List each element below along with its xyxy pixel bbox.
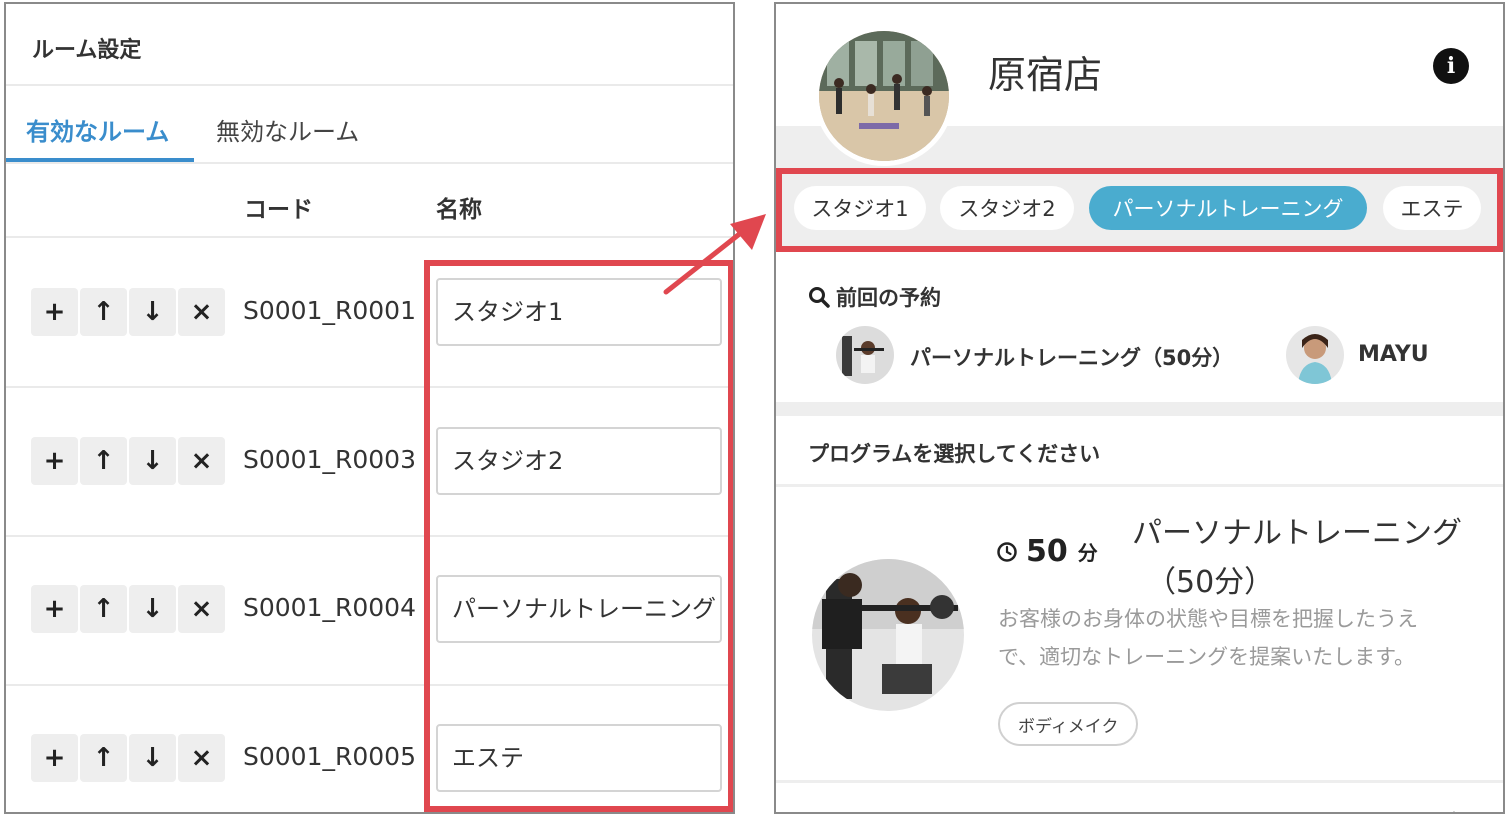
room-name-input[interactable]: パーソナルトレーニング — [436, 575, 722, 643]
next-program-title[interactable]: パーソナルトレーニング — [1128, 802, 1458, 812]
previous-reservation-section — [776, 252, 1503, 404]
duration-unit: 分 — [1077, 541, 1098, 565]
table-row: + ↑ ↓ × S0001_R0001 スタジオ1 — [6, 238, 733, 386]
move-down-button[interactable]: ↓ — [129, 585, 176, 633]
program-image — [812, 559, 964, 711]
divider — [6, 84, 733, 86]
program-title-duration[interactable]: （50分） — [1146, 557, 1274, 601]
program-title[interactable]: パーソナルトレーニング — [1132, 508, 1462, 552]
room-pill-studio2[interactable]: スタジオ2 — [940, 186, 1074, 230]
add-button[interactable]: + — [31, 734, 78, 782]
move-up-button[interactable]: ↑ — [80, 734, 127, 782]
store-name: 原宿店 — [988, 53, 1103, 97]
delete-button[interactable]: × — [178, 585, 225, 633]
page-title: ルーム設定 — [32, 38, 142, 63]
room-name-input[interactable]: スタジオ2 — [436, 427, 722, 495]
move-up-button[interactable]: ↑ — [80, 437, 127, 485]
previous-reservation-heading: 前回の予約 — [808, 282, 941, 312]
arrow-icon — [663, 214, 766, 295]
room-pill-esthe[interactable]: エステ — [1383, 186, 1481, 230]
row-actions: + ↑ ↓ × — [31, 734, 227, 782]
room-code: S0001_R0005 — [243, 742, 416, 771]
room-code: S0001_R0004 — [243, 593, 416, 622]
booking-preview-panel: 原宿店 i スタジオ1 スタジオ2 パーソナルトレーニング エステ 前回の予約 … — [774, 2, 1505, 814]
delete-button[interactable]: × — [178, 437, 225, 485]
program-description: お客様のお身体の状態や目標を把握したうえで、適切なトレーニングを提案いたします。 — [998, 607, 1418, 669]
room-code: S0001_R0003 — [243, 445, 416, 474]
row-actions: + ↑ ↓ × — [31, 288, 227, 336]
info-icon[interactable]: i — [1433, 48, 1469, 84]
add-button[interactable]: + — [31, 437, 78, 485]
divider — [6, 162, 733, 164]
delete-button[interactable]: × — [178, 288, 225, 336]
room-pill-studio1[interactable]: スタジオ1 — [794, 186, 926, 230]
row-actions: + ↑ ↓ × — [31, 437, 227, 485]
add-button[interactable]: + — [31, 288, 78, 336]
column-header-code: コード — [244, 197, 313, 223]
staff-name: MAYU — [1358, 342, 1429, 367]
room-pill-personal-training[interactable]: パーソナルトレーニング — [1089, 186, 1367, 230]
program-duration: 50 分 — [996, 534, 1098, 569]
select-program-heading: プログラムを選択してください — [808, 442, 1101, 466]
previous-program-name: パーソナルトレーニング（50分） — [910, 346, 1234, 370]
duration-value: 50 — [1026, 534, 1068, 569]
previous-reservation-label: 前回の予約 — [836, 286, 941, 310]
column-header-name: 名称 — [436, 197, 482, 223]
tab-inactive-rooms[interactable]: 無効なルーム — [216, 112, 359, 147]
divider — [776, 402, 1503, 416]
move-down-button[interactable]: ↓ — [129, 288, 176, 336]
room-name-input[interactable]: エステ — [436, 724, 722, 792]
search-icon — [809, 287, 830, 308]
store-photo — [814, 26, 954, 166]
table-row: + ↑ ↓ × S0001_R0004 パーソナルトレーニング — [6, 535, 733, 683]
room-code: S0001_R0001 — [243, 296, 416, 325]
move-down-button[interactable]: ↓ — [129, 437, 176, 485]
program-tag: ボディメイク — [998, 702, 1139, 746]
delete-button[interactable]: × — [178, 734, 225, 782]
add-button[interactable]: + — [31, 585, 78, 633]
program-thumbnail — [836, 326, 894, 384]
move-up-button[interactable]: ↑ — [80, 288, 127, 336]
clock-icon — [997, 541, 1017, 562]
move-down-button[interactable]: ↓ — [129, 734, 176, 782]
divider — [776, 484, 1503, 487]
tab-active-rooms[interactable]: 有効なルーム — [26, 112, 169, 147]
table-row: + ↑ ↓ × S0001_R0003 スタジオ2 — [6, 387, 733, 535]
move-up-button[interactable]: ↑ — [80, 585, 127, 633]
staff-avatar — [1286, 326, 1344, 384]
table-row: + ↑ ↓ × S0001_R0005 エステ — [6, 684, 733, 812]
room-settings-panel: ルーム設定 有効なルーム 無効なルーム コード 名称 + ↑ ↓ × S0001… — [4, 2, 735, 814]
divider — [776, 780, 1503, 783]
row-actions: + ↑ ↓ × — [31, 585, 227, 633]
